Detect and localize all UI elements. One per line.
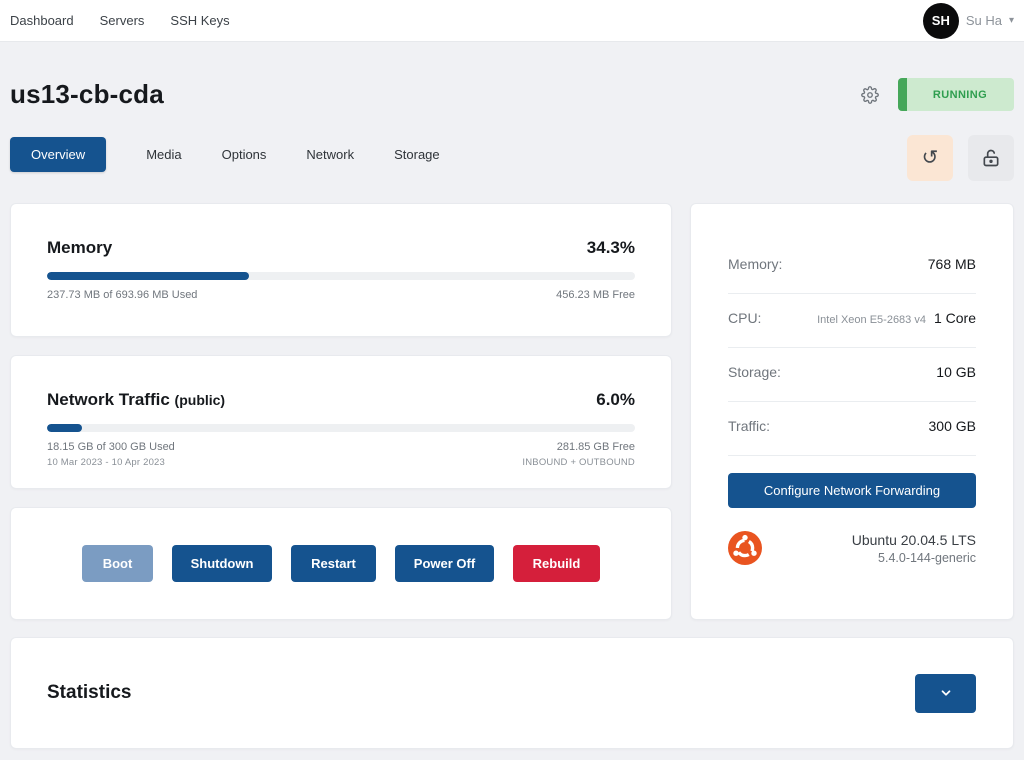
tab-network[interactable]: Network	[306, 137, 354, 172]
page-title: us13-cb-cda	[10, 79, 164, 110]
traffic-card-subtitle: (public)	[175, 392, 226, 408]
traffic-percent: 6.0%	[596, 390, 635, 410]
os-name: Ubuntu 20.04.5 LTS	[852, 532, 976, 548]
tab-bar: Overview Media Options Network Storage	[10, 135, 440, 172]
configure-network-forwarding-button[interactable]: Configure Network Forwarding	[728, 473, 976, 508]
tab-options[interactable]: Options	[222, 137, 267, 172]
memory-progress-bar	[47, 272, 635, 280]
traffic-progress-fill	[47, 424, 82, 432]
os-kernel: 5.4.0-144-generic	[852, 551, 976, 565]
chevron-down-icon	[939, 686, 953, 700]
traffic-direction-label: INBOUND + OUTBOUND	[522, 457, 635, 468]
memory-free-label: 456.23 MB Free	[556, 289, 635, 301]
memory-progress-fill	[47, 272, 249, 280]
memory-card: Memory 34.3% 237.73 MB of 693.96 MB Used…	[10, 203, 672, 337]
traffic-card: Network Traffic (public) 6.0% 18.15 GB o…	[10, 355, 672, 489]
detail-label: Traffic:	[728, 418, 770, 434]
memory-card-title: Memory	[47, 238, 112, 258]
restore-icon: ↺	[922, 148, 939, 168]
detail-label: Storage:	[728, 364, 781, 380]
statistics-card: Statistics	[10, 637, 1014, 749]
memory-used-label: 237.73 MB of 693.96 MB Used	[47, 289, 197, 301]
traffic-card-title: Network Traffic (public)	[47, 390, 225, 410]
statistics-title: Statistics	[47, 682, 131, 704]
memory-percent: 34.3%	[587, 238, 635, 258]
user-name: Su Ha	[966, 13, 1002, 28]
traffic-free-label: 281.85 GB Free	[557, 441, 635, 453]
boot-button[interactable]: Boot	[82, 545, 153, 582]
detail-row-storage: Storage: 10 GB	[728, 348, 976, 402]
unlock-icon	[981, 148, 1001, 168]
power-actions-card: Boot Shutdown Restart Power Off Rebuild	[10, 507, 672, 620]
statistics-expand-button[interactable]	[915, 674, 976, 713]
detail-value: 10 GB	[936, 364, 976, 380]
detail-label: CPU:	[728, 310, 761, 326]
tab-overview[interactable]: Overview	[10, 137, 106, 172]
tab-media[interactable]: Media	[146, 137, 181, 172]
user-menu[interactable]: SH Su Ha ▾	[923, 3, 1014, 39]
gear-icon[interactable]	[861, 86, 879, 104]
server-details-card: Memory: 768 MB CPU: Intel Xeon E5-2683 v…	[690, 203, 1014, 620]
cpu-model-note: Intel Xeon E5-2683 v4	[817, 314, 926, 326]
nav-item-dashboard[interactable]: Dashboard	[10, 13, 74, 28]
detail-value: 300 GB	[929, 418, 976, 434]
restart-button[interactable]: Restart	[291, 545, 376, 582]
traffic-period-label: 10 Mar 2023 - 10 Apr 2023	[47, 457, 175, 468]
detail-row-cpu: CPU: Intel Xeon E5-2683 v4 1 Core	[728, 294, 976, 348]
top-bar: Dashboard Servers SSH Keys SH Su Ha ▾	[0, 0, 1024, 42]
detail-label: Memory:	[728, 256, 782, 272]
traffic-progress-bar	[47, 424, 635, 432]
chevron-down-icon: ▾	[1009, 15, 1014, 26]
unlock-button[interactable]	[968, 135, 1014, 181]
nav-item-servers[interactable]: Servers	[100, 13, 145, 28]
power-off-button[interactable]: Power Off	[395, 545, 494, 582]
detail-value: 768 MB	[928, 256, 976, 272]
os-info-row: Ubuntu 20.04.5 LTS 5.4.0-144-generic	[728, 531, 976, 565]
status-badge: RUNNING	[898, 78, 1014, 111]
nav-item-ssh-keys[interactable]: SSH Keys	[170, 13, 229, 28]
server-header: us13-cb-cda RUNNING	[10, 78, 1014, 111]
shutdown-button[interactable]: Shutdown	[172, 545, 272, 582]
avatar[interactable]: SH	[923, 3, 959, 39]
main-nav: Dashboard Servers SSH Keys	[10, 13, 230, 28]
ubuntu-logo-icon	[728, 531, 762, 565]
detail-value: 1 Core	[934, 310, 976, 326]
rebuild-button[interactable]: Rebuild	[513, 545, 600, 582]
detail-row-traffic: Traffic: 300 GB	[728, 402, 976, 456]
status-badge-label: RUNNING	[925, 89, 987, 101]
tab-storage[interactable]: Storage	[394, 137, 440, 172]
detail-row-memory: Memory: 768 MB	[728, 240, 976, 294]
traffic-used-label: 18.15 GB of 300 GB Used	[47, 441, 175, 453]
restore-button[interactable]: ↺	[907, 135, 953, 181]
